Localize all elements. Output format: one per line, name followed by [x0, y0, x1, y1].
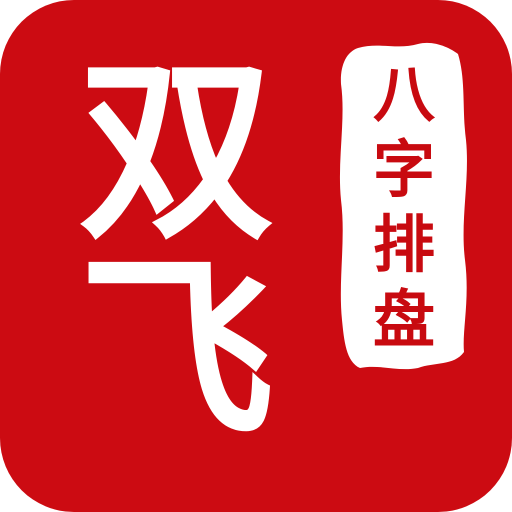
- seal-char-4: 盘: [372, 282, 435, 356]
- app-icon[interactable]: 双 飞 八 字 排 盘: [0, 0, 512, 512]
- seal-char-2: 字: [372, 132, 435, 206]
- app-name-char-2: 飞: [78, 235, 275, 465]
- seal-char-1: 八: [372, 57, 435, 131]
- app-name-char-1: 双: [78, 37, 275, 267]
- seal-char-3: 排: [372, 207, 435, 281]
- seal-stamp: 八 字 排 盘: [338, 40, 470, 370]
